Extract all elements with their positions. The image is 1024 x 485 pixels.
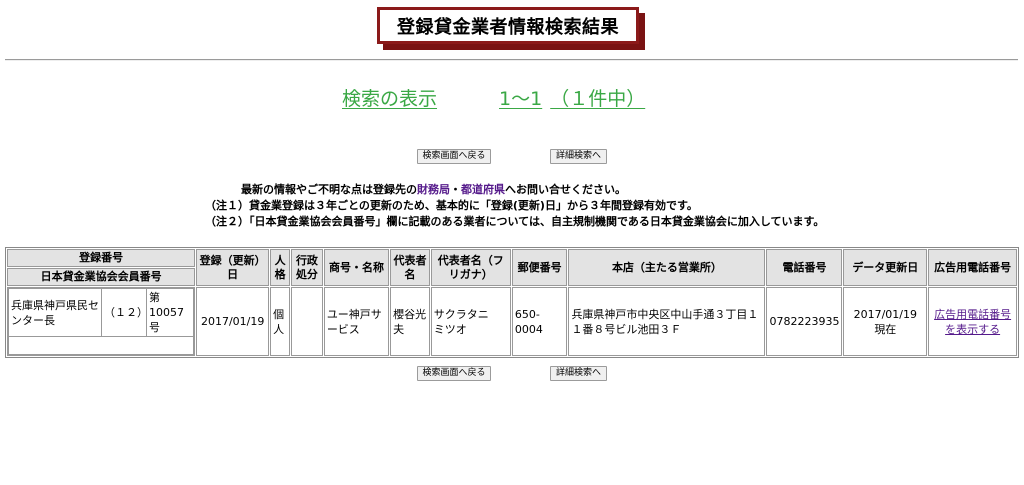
note-2: （注２）「日本貸金業協会会員番号」欄に記載のある業者については、自主規制機関であ… — [205, 215, 825, 228]
reg-renewal-count: （１２） — [101, 288, 148, 337]
assoc-no-value — [7, 336, 195, 355]
result-summary: 検索の表示 1〜1 （１件中） — [342, 84, 645, 111]
note-contact: 最新の情報やご不明な点は登録先の財務局・都道府県へお問い合せください。 — [241, 183, 626, 196]
reg-date-value: 2017/01/19 — [196, 287, 270, 356]
reg-no-cell: 兵庫県神戸県民センター長 （１２） 第10057号 — [7, 287, 196, 356]
phone-value: 0782223935 — [766, 287, 843, 356]
summary-range: 1〜1 — [499, 88, 543, 110]
trade-name-value: ユー神戸サービス — [323, 287, 390, 356]
detail-search-button-bottom[interactable]: 詳細検索へ — [550, 366, 607, 381]
show-ad-phone-link[interactable]: 広告用電話番号を表示する — [934, 308, 1011, 336]
header-representative: 代表者名 — [390, 249, 430, 286]
reg-number: 第10057号 — [145, 288, 195, 337]
header-admin-action: 行政処分 — [291, 249, 323, 286]
prefecture-link[interactable]: 都道府県 — [461, 183, 505, 196]
header-trade-name: 商号・名称 — [323, 249, 390, 286]
address-value: 兵庫県神戸市中央区中山手通３丁目１１番８号ビル池田３Ｆ — [568, 287, 766, 356]
header-personality: 人格 — [270, 249, 291, 286]
header-reg-no: 登録番号 — [7, 249, 196, 267]
zip-value: 650-0004 — [511, 287, 568, 356]
personality-value: 個人 — [270, 287, 291, 356]
table-row: 兵庫県神戸県民センター長 （１２） 第10057号 2017/01/19 個人 … — [7, 287, 1017, 356]
page-title: 登録貸金業者情報検索結果 — [377, 7, 639, 44]
ad-phone-cell: 広告用電話番号を表示する — [928, 287, 1017, 356]
reg-no-subtable: 兵庫県神戸県民センター長 （１２） 第10057号 — [7, 288, 195, 355]
note-1: （注１）貸金業登録は３年ごとの更新のため、基本的に「登録(更新)日」から３年間登… — [205, 199, 698, 212]
header-address: 本店（主たる営業所） — [568, 249, 766, 286]
representative-value: 櫻谷光夫 — [390, 287, 430, 356]
admin-action-value — [291, 287, 323, 356]
reg-authority: 兵庫県神戸県民センター長 — [8, 288, 102, 337]
header-reg-date: 登録（更新）日 — [196, 249, 270, 286]
finance-bureau-link[interactable]: 財務局 — [417, 183, 450, 196]
summary-count: （１件中） — [550, 88, 646, 110]
summary-label: 検索の表示 — [342, 88, 438, 110]
representative-kana-value: サクラタニ ミツオ — [430, 287, 511, 356]
header-zip: 郵便番号 — [511, 249, 568, 286]
detail-search-button-top[interactable]: 詳細検索へ — [550, 149, 607, 164]
header-divider — [5, 59, 1018, 61]
header-phone: 電話番号 — [766, 249, 843, 286]
header-updated: データ更新日 — [843, 249, 928, 286]
header-assoc-no: 日本貸金業協会会員番号 — [7, 268, 196, 286]
table-header-row-1: 登録番号 登録（更新）日 人格 行政処分 商号・名称 代表者名 代表者名（フリガ… — [7, 249, 1017, 286]
title-container: 登録貸金業者情報検索結果 — [377, 7, 647, 52]
header-representative-kana: 代表者名（フリガナ） — [430, 249, 511, 286]
updated-value: 2017/01/19 現在 — [843, 287, 928, 356]
results-table: 登録番号 登録（更新）日 人格 行政処分 商号・名称 代表者名 代表者名（フリガ… — [5, 247, 1019, 358]
back-to-search-button-bottom[interactable]: 検索画面へ戻る — [417, 366, 491, 381]
header-ad-phone: 広告用電話番号 — [928, 249, 1017, 286]
back-to-search-button-top[interactable]: 検索画面へ戻る — [417, 149, 491, 164]
